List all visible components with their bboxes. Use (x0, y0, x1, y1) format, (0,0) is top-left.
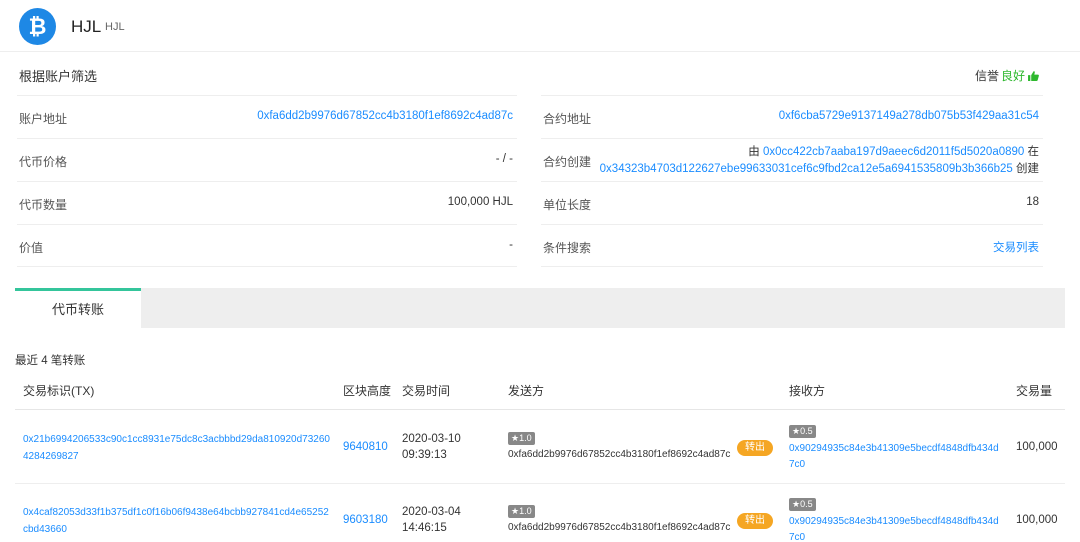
direction-out-badge: 转出 (737, 440, 773, 456)
token-amount-label: 代币数量 (19, 198, 68, 212)
column-header-to: 接收方 (789, 384, 826, 398)
account-address-link[interactable]: 0xfa6dd2b9976d67852cc4b3180f1ef8692c4ad8… (257, 110, 513, 122)
column-header-amount: 交易量 (1016, 384, 1053, 398)
transfer-amount: 100,000 (1016, 514, 1058, 526)
account-address-row: 账户地址 0xfa6dd2b9976d67852cc4b3180f1ef8692… (17, 95, 517, 138)
recipient-address-link[interactable]: 0x90294935c84e3b41309e5becdf4848dfb434d7… (789, 514, 1001, 542)
creation-tx-link[interactable]: 0x34323b4703d122627ebe99633031cef6c9fbd2… (600, 163, 1013, 175)
sender-rating-badge: ★1.0 (508, 505, 535, 518)
tx-hash-link[interactable]: 0x4caf82053d33f1b375df1c0f16b06f9438e64b… (23, 504, 333, 538)
unit-length-label: 单位长度 (543, 198, 592, 212)
contract-creation-label: 合约创建 (543, 155, 592, 169)
created-in-text: 在 (1027, 146, 1040, 158)
recent-transfers-count: 最近 4 笔转账 (15, 355, 86, 367)
filter-by-account-title: 根据账户筛选 (19, 69, 98, 84)
created-suffix: 创建 (1016, 163, 1039, 175)
token-amount-value: 100,000 HJL (447, 196, 513, 208)
thumbs-up-icon (1028, 71, 1039, 81)
tx-clock: 14:46:15 (402, 522, 447, 534)
sender: ★1.0 0xfa6dd2b9976d67852cc4b3180f1ef8692… (508, 505, 730, 533)
reputation: 信誉 良好 (975, 67, 1039, 84)
transfer-amount: 100,000 (1016, 441, 1058, 453)
tab-token-transfers[interactable]: 代币转账 (15, 288, 141, 328)
condition-search-row: 条件搜索 交易列表 (541, 224, 1043, 267)
condition-search-label: 条件搜索 (543, 241, 592, 255)
sender: ★1.0 0xfa6dd2b9976d67852cc4b3180f1ef8692… (508, 432, 730, 460)
recipient-address-link[interactable]: 0x90294935c84e3b41309e5becdf4848dfb434d7… (789, 441, 1001, 473)
column-header-tx: 交易标识(TX) (23, 384, 95, 398)
token-price-value: - / - (495, 153, 513, 165)
unit-length-row: 单位长度 18 (541, 181, 1043, 224)
tx-time: 2020-03-10 09:39:13 (402, 431, 461, 463)
column-header-block: 区块高度 (343, 384, 392, 398)
recipient-rating-badge: ★0.5 (789, 498, 816, 511)
created-by-prefix: 由 (748, 146, 760, 158)
recipient: ★0.5 0x90294935c84e3b41309e5becdf4848dfb… (789, 498, 1001, 542)
creator-address-link[interactable]: 0x0cc422cb7aaba197d9aeec6d2011f5d5020a08… (763, 146, 1024, 158)
value-label: 价值 (19, 241, 44, 255)
value-value: - (509, 239, 513, 251)
table-row: 0x21b6994206533c90c1cc8931e75dc8c3acbbbd… (15, 410, 1065, 484)
contract-creation-row: 合约创建 由 0x0cc422cb7aaba197d9aeec6d2011f5d… (541, 138, 1043, 181)
recipient: ★0.5 0x90294935c84e3b41309e5becdf4848dfb… (789, 425, 1001, 473)
token-header: ₿ HJL HJL (0, 0, 1080, 52)
sender-address: 0xfa6dd2b9976d67852cc4b3180f1ef8692c4ad8… (508, 449, 731, 460)
reputation-value: 良好 (1000, 69, 1025, 83)
tx-hash-link[interactable]: 0x21b6994206533c90c1cc8931e75dc8c3acbbbd… (23, 431, 333, 465)
column-header-time: 交易时间 (402, 384, 451, 398)
contract-address-link[interactable]: 0xf6cba5729e9137149a278db075b53f429aa31c… (779, 110, 1039, 122)
transaction-list-link[interactable]: 交易列表 (993, 239, 1039, 255)
tx-date: 2020-03-10 (402, 433, 461, 445)
contract-creation-value: 由 0x0cc422cb7aaba197d9aeec6d2011f5d5020a… (600, 144, 1039, 178)
sender-address: 0xfa6dd2b9976d67852cc4b3180f1ef8692c4ad8… (508, 522, 731, 533)
reputation-label: 信誉 (974, 69, 999, 83)
token-symbol: HJL (105, 21, 125, 33)
contract-address-label: 合约地址 (543, 112, 592, 126)
tx-clock: 09:39:13 (402, 449, 447, 461)
value-row: 价值 - (17, 224, 517, 267)
column-header-from: 发送方 (508, 384, 545, 398)
direction-out-badge: 转出 (737, 513, 773, 529)
sender-rating-badge: ★1.0 (508, 432, 535, 445)
tx-date: 2020-03-04 (402, 506, 461, 518)
tab-bar: 代币转账 (15, 288, 1065, 328)
block-height-link[interactable]: 9640810 (343, 441, 388, 453)
table-row: 0x4caf82053d33f1b375df1c0f16b06f9438e64b… (15, 484, 1065, 542)
block-height-link[interactable]: 9603180 (343, 514, 388, 526)
token-price-label: 代币价格 (19, 155, 68, 169)
contract-address-row: 合约地址 0xf6cba5729e9137149a278db075b53f429… (541, 95, 1043, 138)
account-address-label: 账户地址 (19, 112, 68, 126)
token-name: HJL (71, 17, 102, 36)
token-price-row: 代币价格 - / - (17, 138, 517, 181)
token-amount-row: 代币数量 100,000 HJL (17, 181, 517, 224)
recipient-rating-badge: ★0.5 (789, 425, 816, 438)
tx-time: 2020-03-04 14:46:15 (402, 504, 461, 536)
bitcoin-logo-icon: ₿ (19, 8, 56, 45)
unit-length-value: 18 (1026, 196, 1039, 208)
